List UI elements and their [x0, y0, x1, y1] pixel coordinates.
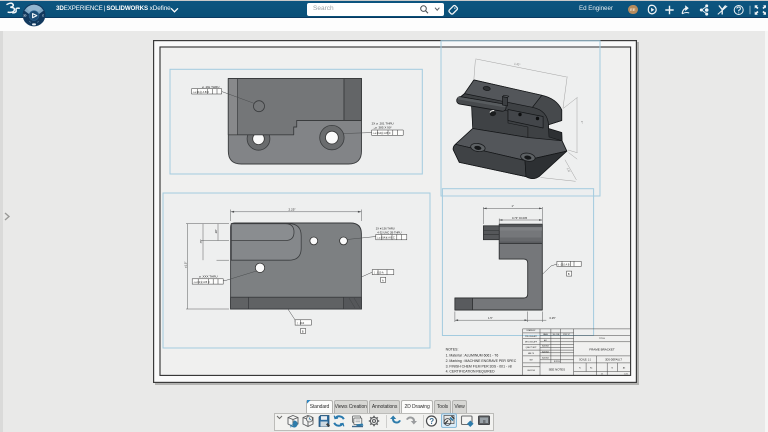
svg-text:2.25": 2.25" [289, 208, 296, 212]
svg-text:.75": .75" [199, 239, 203, 244]
svg-text:⊥⌀.014Ⓡ A B C: ⊥⌀.014Ⓡ A B C [372, 131, 390, 135]
svg-text:1. Material : ALUMINUM 6061 -: 1. Material : ALUMINUM 6061 - T6 [446, 354, 499, 358]
svg-text:4-32 UNC 2B THRU: 4-32 UNC 2B THRU [377, 230, 401, 234]
svg-text:3. FINISH CHEM FILM PER 3DS -: 3. FINISH CHEM FILM PER 3DS - 001 - v8 [446, 364, 512, 368]
svg-text:.38": .38" [214, 229, 218, 234]
svg-text:⌀ .19x THRU: ⌀ .19x THRU [202, 85, 219, 89]
svg-text:1.5": 1.5" [488, 316, 493, 320]
svg-text:TITLE: TITLE [599, 338, 605, 340]
svg-text:FRAME BRACKET: FRAME BRACKET [589, 348, 615, 352]
svg-text:1": 1" [512, 204, 514, 208]
svg-text:⎱ .010: ⎱ .010 [296, 321, 305, 325]
svg-text:2X #.136 THRU: 2X #.136 THRU [376, 226, 395, 230]
svg-text:4. CERTIFICATION REQUIRED: 4. CERTIFICATION REQUIRED [446, 370, 495, 374]
svg-text:SE. ONE: SE. ONE [553, 334, 561, 336]
svg-text:SEE NOTES: SEE NOTES [549, 367, 566, 371]
svg-text:⎱ .010 A: ⎱ .010 A [373, 271, 384, 275]
svg-text:Rx: Rx [590, 368, 592, 370]
svg-text:3DS-DEFAULT: 3DS-DEFAULT [605, 358, 622, 361]
svg-text:0.73" ±0.005: 0.73" ±0.005 [512, 216, 528, 220]
svg-text:NOTES:: NOTES: [446, 348, 459, 352]
svg-text:2. Marking : MACHINE ENGRAVE P: 2. Marking : MACHINE ENGRAVE PER SPEC [446, 359, 517, 363]
svg-text:⊥⌀.014Ⓡ A B C: ⊥⌀.014Ⓡ A B C [377, 236, 395, 240]
svg-text:2X ⌀ .201 THRU: 2X ⌀ .201 THRU [372, 121, 394, 125]
svg-text:⊥⌀.01Ⓡ A B C: ⊥⌀.01Ⓡ A B C [192, 90, 209, 94]
svg-text:⌞⌀ .385 X 90°: ⌞⌀ .385 X 90° [374, 126, 393, 130]
svg-text:?: ? [429, 417, 434, 426]
svg-text:⌀ .XXX THRU: ⌀ .XXX THRU [199, 275, 218, 279]
svg-text:1": 1" [580, 121, 584, 123]
svg-text:⌽ .010 A B: ⌽ .010 A B [558, 264, 570, 267]
svg-text:1 of 1: 1 of 1 [624, 374, 629, 376]
svg-text:⊥⌀.01Ⓡ A B C: ⊥⌀.01Ⓡ A B C [193, 280, 210, 284]
svg-text:STEP 07: STEP 07 [563, 334, 570, 336]
svg-text:⌀1.5": ⌀1.5" [183, 262, 187, 268]
svg-text:3D: 3D [23, 15, 26, 18]
svg-text:NOTES: NOTES [554, 361, 561, 363]
svg-text:1:1: 1:1 [601, 374, 604, 376]
svg-text:0.25": 0.25" [550, 316, 556, 320]
